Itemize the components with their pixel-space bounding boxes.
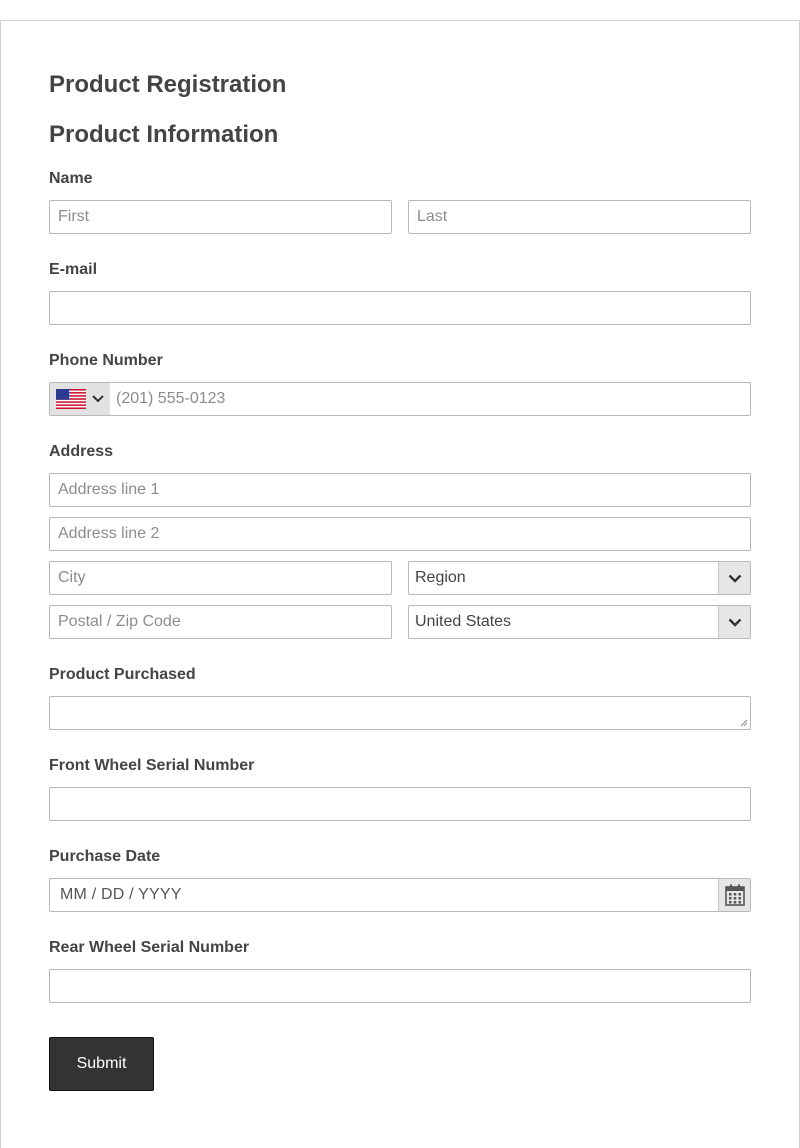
country-code-dropdown[interactable] <box>50 383 110 415</box>
phone-label: Phone Number <box>49 352 163 369</box>
front-wheel-serial-input[interactable] <box>49 787 751 821</box>
address-line1-input[interactable]: Address line 1 <box>49 473 751 507</box>
first-name-placeholder: First <box>58 208 90 225</box>
front-wheel-serial-label: Front Wheel Serial Number <box>49 757 255 774</box>
country-dropdown-toggle[interactable] <box>718 606 750 638</box>
chevron-down-icon <box>728 574 741 583</box>
phone-placeholder[interactable]: (201) 555-0123 <box>110 390 225 408</box>
purchase-date-placeholder: MM / DD / YYYY <box>60 886 182 903</box>
address-line2-input[interactable]: Address line 2 <box>49 517 751 551</box>
first-name-input[interactable]: First <box>49 200 392 234</box>
purchase-date-input[interactable]: MM / DD / YYYY <box>49 878 751 912</box>
purchase-date-label: Purchase Date <box>49 848 161 865</box>
country-select[interactable]: United States <box>408 605 751 639</box>
email-input[interactable] <box>49 291 751 325</box>
last-name-placeholder: Last <box>417 208 448 225</box>
address-label: Address <box>49 443 114 460</box>
postal-code-placeholder: Postal / Zip Code <box>58 613 181 630</box>
submit-button[interactable]: Submit <box>49 1037 154 1091</box>
section-title: Product Information <box>49 121 279 148</box>
calendar-icon <box>724 884 745 906</box>
chevron-down-icon <box>728 618 741 627</box>
product-purchased-textarea[interactable] <box>49 696 751 730</box>
email-label: E-mail <box>49 261 98 278</box>
product-purchased-label: Product Purchased <box>49 666 196 683</box>
address-line2-placeholder: Address line 2 <box>58 525 160 542</box>
date-picker-button[interactable] <box>718 879 750 911</box>
form-title: Product Registration <box>49 71 287 98</box>
phone-input-group: (201) 555-0123 <box>49 382 751 416</box>
last-name-input[interactable]: Last <box>408 200 751 234</box>
region-selected-value: Region <box>415 569 466 586</box>
city-input[interactable]: City <box>49 561 392 595</box>
region-dropdown-toggle[interactable] <box>718 562 750 594</box>
region-select[interactable]: Region <box>408 561 751 595</box>
name-label: Name <box>49 170 93 187</box>
rear-wheel-serial-label: Rear Wheel Serial Number <box>49 939 250 956</box>
address-line1-placeholder: Address line 1 <box>58 481 160 498</box>
postal-code-input[interactable]: Postal / Zip Code <box>49 605 392 639</box>
city-placeholder: City <box>58 569 86 586</box>
us-flag-icon <box>56 389 86 409</box>
resize-handle-icon[interactable] <box>740 719 748 727</box>
country-selected-value: United States <box>415 613 512 630</box>
chevron-down-icon <box>92 395 104 403</box>
rear-wheel-serial-input[interactable] <box>49 969 751 1003</box>
